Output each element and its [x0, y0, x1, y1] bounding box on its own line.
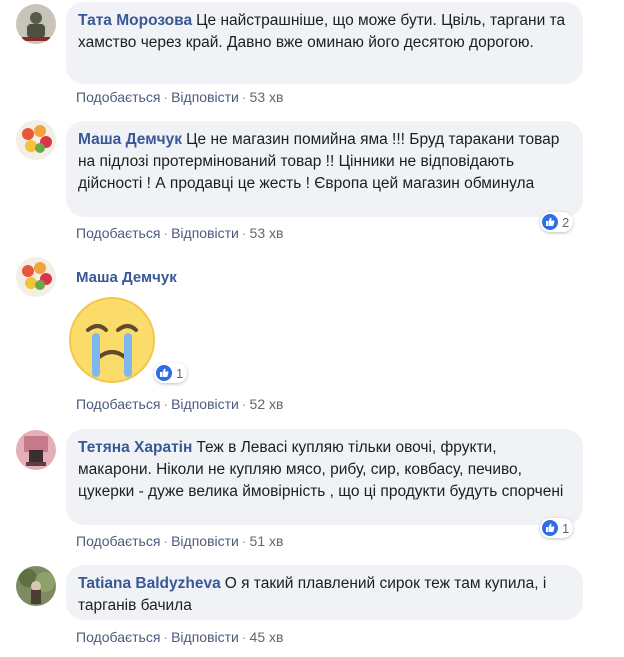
reply-button[interactable]: Відповісти: [171, 533, 239, 549]
garden-avatar-icon: [16, 566, 56, 606]
comment-actions: Подобається · Відповісти · 51 хв: [76, 533, 283, 549]
like-reaction-icon: [542, 520, 558, 536]
separator: ·: [163, 225, 169, 241]
separator: ·: [241, 533, 247, 549]
reply-button[interactable]: Відповісти: [171, 225, 239, 241]
separator: ·: [163, 89, 169, 105]
comment-time[interactable]: 53 хв: [250, 225, 284, 241]
flowers-avatar-icon: [16, 120, 56, 160]
comment-time[interactable]: 52 хв: [250, 396, 284, 412]
crying-face-emoji-icon[interactable]: [68, 296, 156, 384]
like-button[interactable]: Подобається: [76, 396, 160, 412]
avatar[interactable]: [16, 4, 56, 44]
comment-bubble: Тетяна Харатін Теж в Левасі купляю тільки…: [66, 429, 583, 525]
separator: ·: [163, 533, 169, 549]
reaction-number: 1: [176, 365, 184, 381]
comment-actions: Подобається · Відповісти · 53 хв: [76, 89, 283, 105]
flowers-avatar-icon: [16, 257, 56, 297]
comment-time[interactable]: 45 хв: [250, 629, 284, 645]
avatar[interactable]: [16, 120, 56, 160]
avatar[interactable]: [16, 430, 56, 470]
comment-time[interactable]: 53 хв: [250, 89, 284, 105]
separator: ·: [241, 89, 247, 105]
like-button[interactable]: Подобається: [76, 533, 160, 549]
comment-time[interactable]: 51 хв: [250, 533, 284, 549]
comment-actions: Подобається · Відповісти · 45 хв: [76, 629, 283, 645]
reaction-count[interactable]: 1: [540, 518, 574, 538]
separator: ·: [241, 396, 247, 412]
separator: ·: [163, 396, 169, 412]
comment-bubble: Маша Демчук Це не магазин помийна яма !!!…: [66, 121, 583, 217]
comment-author[interactable]: Тата Морозова: [78, 12, 192, 29]
reaction-number: 2: [562, 214, 570, 230]
comment-bubble: Тата Морозова Це найстрашніше, що може бу…: [66, 2, 583, 84]
comment-bubble: Tatiana Baldyzheva О я такий плавлений си…: [66, 565, 583, 620]
separator: ·: [241, 629, 247, 645]
like-reaction-icon: [156, 365, 172, 381]
reaction-count[interactable]: 2: [540, 212, 574, 232]
comment-author[interactable]: Маша Демчук: [76, 269, 177, 286]
separator: ·: [163, 629, 169, 645]
avatar[interactable]: [16, 257, 56, 297]
reply-button[interactable]: Відповісти: [171, 89, 239, 105]
reaction-number: 1: [562, 520, 570, 536]
reply-button[interactable]: Відповісти: [171, 396, 239, 412]
reaction-count[interactable]: 1: [154, 363, 188, 383]
comment-actions: Подобається · Відповісти · 52 хв: [76, 396, 283, 412]
avatar[interactable]: [16, 566, 56, 606]
reply-button[interactable]: Відповісти: [171, 629, 239, 645]
like-button[interactable]: Подобається: [76, 225, 160, 241]
comment-author[interactable]: Маша Демчук: [78, 131, 182, 148]
pink-room-avatar-icon: [16, 430, 56, 470]
comment-author[interactable]: Тетяна Харатін: [78, 439, 192, 456]
comment-actions: Подобається · Відповісти · 53 хв: [76, 225, 283, 241]
comment-author-line: Маша Демчук: [76, 269, 181, 286]
like-reaction-icon: [542, 214, 558, 230]
separator: ·: [241, 225, 247, 241]
soldier-avatar-icon: [16, 4, 56, 44]
like-button[interactable]: Подобається: [76, 629, 160, 645]
like-button[interactable]: Подобається: [76, 89, 160, 105]
comment-author[interactable]: Tatiana Baldyzheva: [78, 575, 221, 592]
